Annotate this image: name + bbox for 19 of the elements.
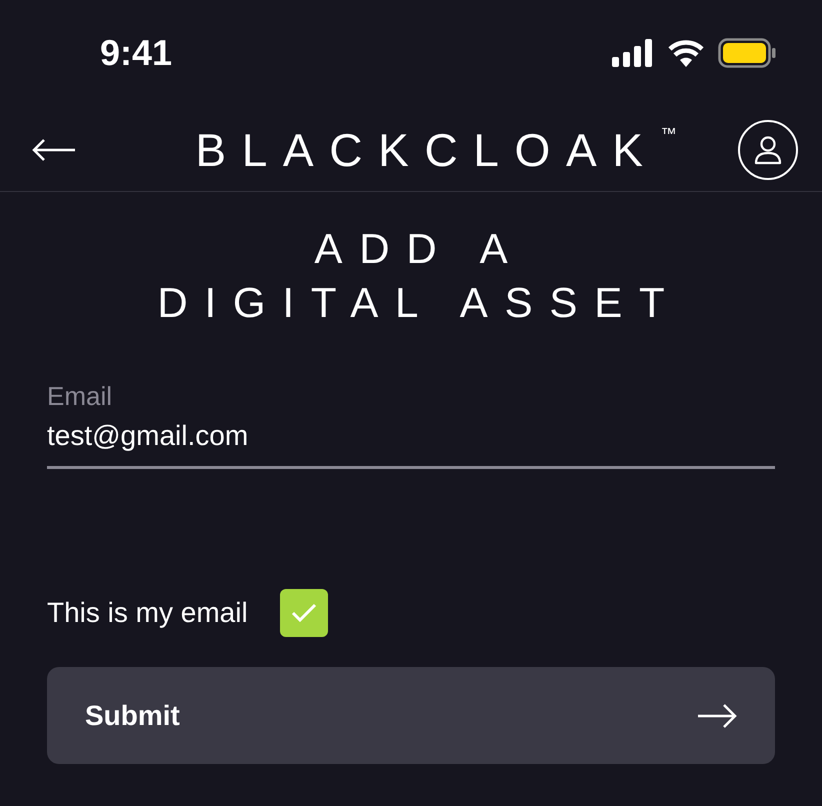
field-label: Email: [47, 380, 114, 412]
battery-icon: [718, 38, 776, 68]
arrow-right-icon: [697, 702, 737, 728]
user-icon: [754, 134, 782, 164]
page-title: DIGITAL ASSET: [156, 280, 682, 326]
back-arrow-icon: [31, 138, 77, 162]
check-icon: [290, 603, 317, 623]
status-time: 9:41: [100, 31, 172, 75]
checkbox[interactable]: [280, 589, 328, 637]
submit-button[interactable]: Submit: [47, 667, 775, 764]
checkbox-label: This is my email: [47, 596, 248, 630]
profile-button[interactable]: [738, 120, 798, 180]
email-input[interactable]: test@gmail.com: [47, 418, 775, 454]
trademark-mark: ™: [660, 126, 677, 142]
brand-logo: BLACKCLOAK: [195, 126, 659, 172]
email-field[interactable]: Email test@gmail.com: [47, 380, 775, 469]
signal-icon: [612, 39, 654, 67]
wifi-icon: [668, 39, 704, 67]
page-title: ADD A: [313, 226, 524, 272]
